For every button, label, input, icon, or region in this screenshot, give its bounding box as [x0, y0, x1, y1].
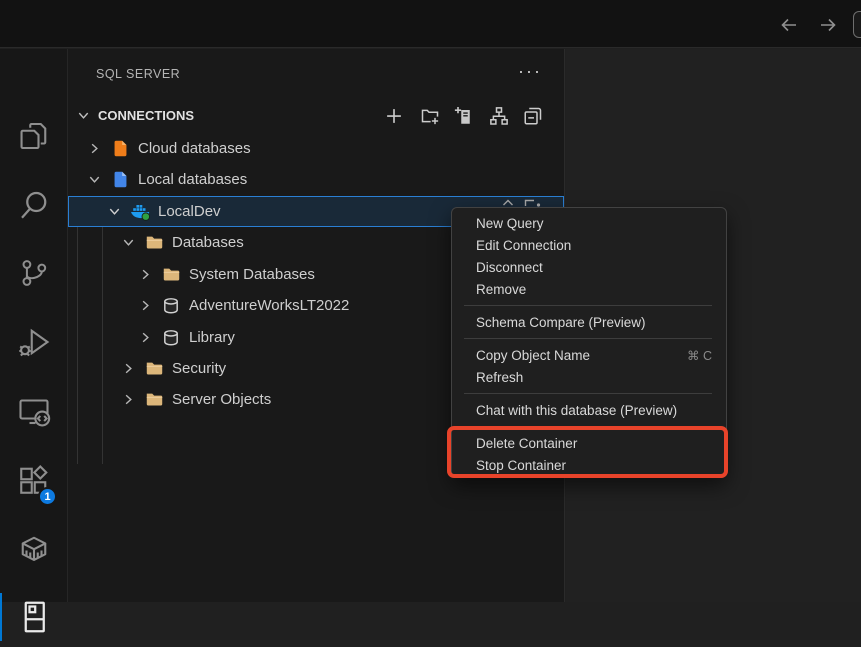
remote-explorer-icon[interactable] [0, 381, 67, 441]
menu-item-schema-compare[interactable]: Schema Compare (Preview) [452, 311, 726, 333]
connections-section-header[interactable]: CONNECTIONS [68, 102, 565, 130]
containers-icon[interactable] [0, 519, 67, 579]
chevron-right-icon[interactable] [137, 298, 153, 314]
menu-separator [464, 393, 712, 394]
menu-item-stop-container[interactable]: Stop Container [452, 454, 726, 476]
chevron-right-icon[interactable] [86, 141, 102, 157]
tree-item-label: AdventureWorksLT2022 [189, 297, 349, 314]
navigate-forward-icon[interactable] [817, 14, 839, 36]
keyboard-shortcut: ⌘ C [687, 348, 712, 363]
add-connection-icon[interactable] [384, 106, 404, 126]
chevron-right-icon[interactable] [137, 267, 153, 283]
tree-item-label: Local databases [138, 171, 247, 188]
chevron-right-icon[interactable] [120, 361, 136, 377]
active-indicator [0, 593, 2, 641]
chevron-right-icon[interactable] [120, 392, 136, 408]
folder-icon [160, 264, 182, 286]
tree-item-label: Library [189, 329, 235, 346]
menu-item-edit-connection[interactable]: Edit Connection [452, 234, 726, 256]
menu-separator [464, 338, 712, 339]
search-icon[interactable] [0, 175, 67, 235]
navigate-back-icon[interactable] [778, 14, 800, 36]
tree-item-label: System Databases [189, 266, 315, 283]
database-icon [160, 327, 182, 349]
database-icon [160, 295, 182, 317]
tree-item-local-databases[interactable]: Local databases [68, 164, 564, 195]
tree-item-label: Databases [172, 234, 244, 251]
section-label: CONNECTIONS [98, 108, 194, 123]
tree-item-label: LocalDev [158, 203, 221, 220]
layout-control-icon[interactable] [853, 11, 861, 38]
source-control-icon[interactable] [0, 243, 67, 303]
menu-item-refresh[interactable]: Refresh [452, 366, 726, 388]
sql-server-icon[interactable] [0, 587, 67, 647]
explorer-icon[interactable] [0, 106, 67, 166]
extensions-icon[interactable]: 1 [0, 450, 67, 510]
menu-item-delete-container[interactable]: Delete Container [452, 432, 726, 454]
chevron-right-icon[interactable] [137, 330, 153, 346]
run-and-debug-icon[interactable] [0, 312, 67, 372]
menu-separator [464, 426, 712, 427]
chevron-down-icon[interactable] [106, 204, 122, 220]
row-action-icon-fragment [524, 198, 542, 207]
row-action-icon-fragment [501, 197, 515, 207]
menu-item-remove[interactable]: Remove [452, 278, 726, 300]
new-connection-group-icon[interactable] [420, 106, 440, 126]
new-server-icon[interactable] [454, 106, 474, 126]
menu-item-chat-with-database[interactable]: Chat with this database (Preview) [452, 399, 726, 421]
folder-icon [143, 389, 165, 411]
activity-bar: 1 [0, 49, 68, 602]
tree-item-cloud-databases[interactable]: Cloud databases [68, 133, 564, 164]
extensions-badge: 1 [38, 487, 57, 506]
context-menu: New Query Edit Connection Disconnect Rem… [451, 207, 727, 478]
menu-separator [464, 305, 712, 306]
folder-icon [143, 232, 165, 254]
more-actions-icon[interactable]: ··· [518, 61, 542, 82]
tree-item-label: Security [172, 360, 226, 377]
chevron-down-icon[interactable] [120, 235, 136, 251]
tree-item-label: Server Objects [172, 391, 271, 408]
file-blue-icon [109, 169, 131, 191]
panel-title: SQL SERVER [96, 67, 180, 81]
object-explorer-icon[interactable] [489, 106, 509, 126]
menu-item-copy-object-name[interactable]: Copy Object Name ⌘ C [452, 344, 726, 366]
folder-icon [143, 358, 165, 380]
tree-item-label: Cloud databases [138, 140, 251, 157]
file-orange-icon [109, 138, 131, 160]
menu-item-new-query[interactable]: New Query [452, 212, 726, 234]
chevron-down-icon[interactable] [76, 108, 91, 128]
collapse-all-icon[interactable] [523, 106, 543, 126]
menu-item-disconnect[interactable]: Disconnect [452, 256, 726, 278]
docker-whale-icon [129, 201, 151, 223]
title-bar [0, 0, 861, 48]
chevron-down-icon[interactable] [86, 172, 102, 188]
